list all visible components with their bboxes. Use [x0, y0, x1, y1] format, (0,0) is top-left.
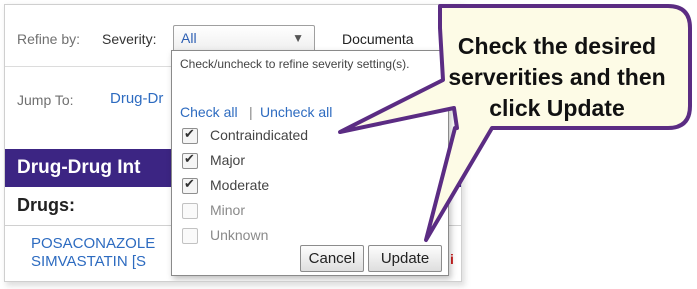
- callout-line: click Update: [489, 95, 625, 121]
- callout-line: serverities and then: [448, 64, 666, 90]
- callout-text: Check the desired serverities and then c…: [432, 31, 682, 124]
- callout-line: Check the desired: [457, 33, 657, 59]
